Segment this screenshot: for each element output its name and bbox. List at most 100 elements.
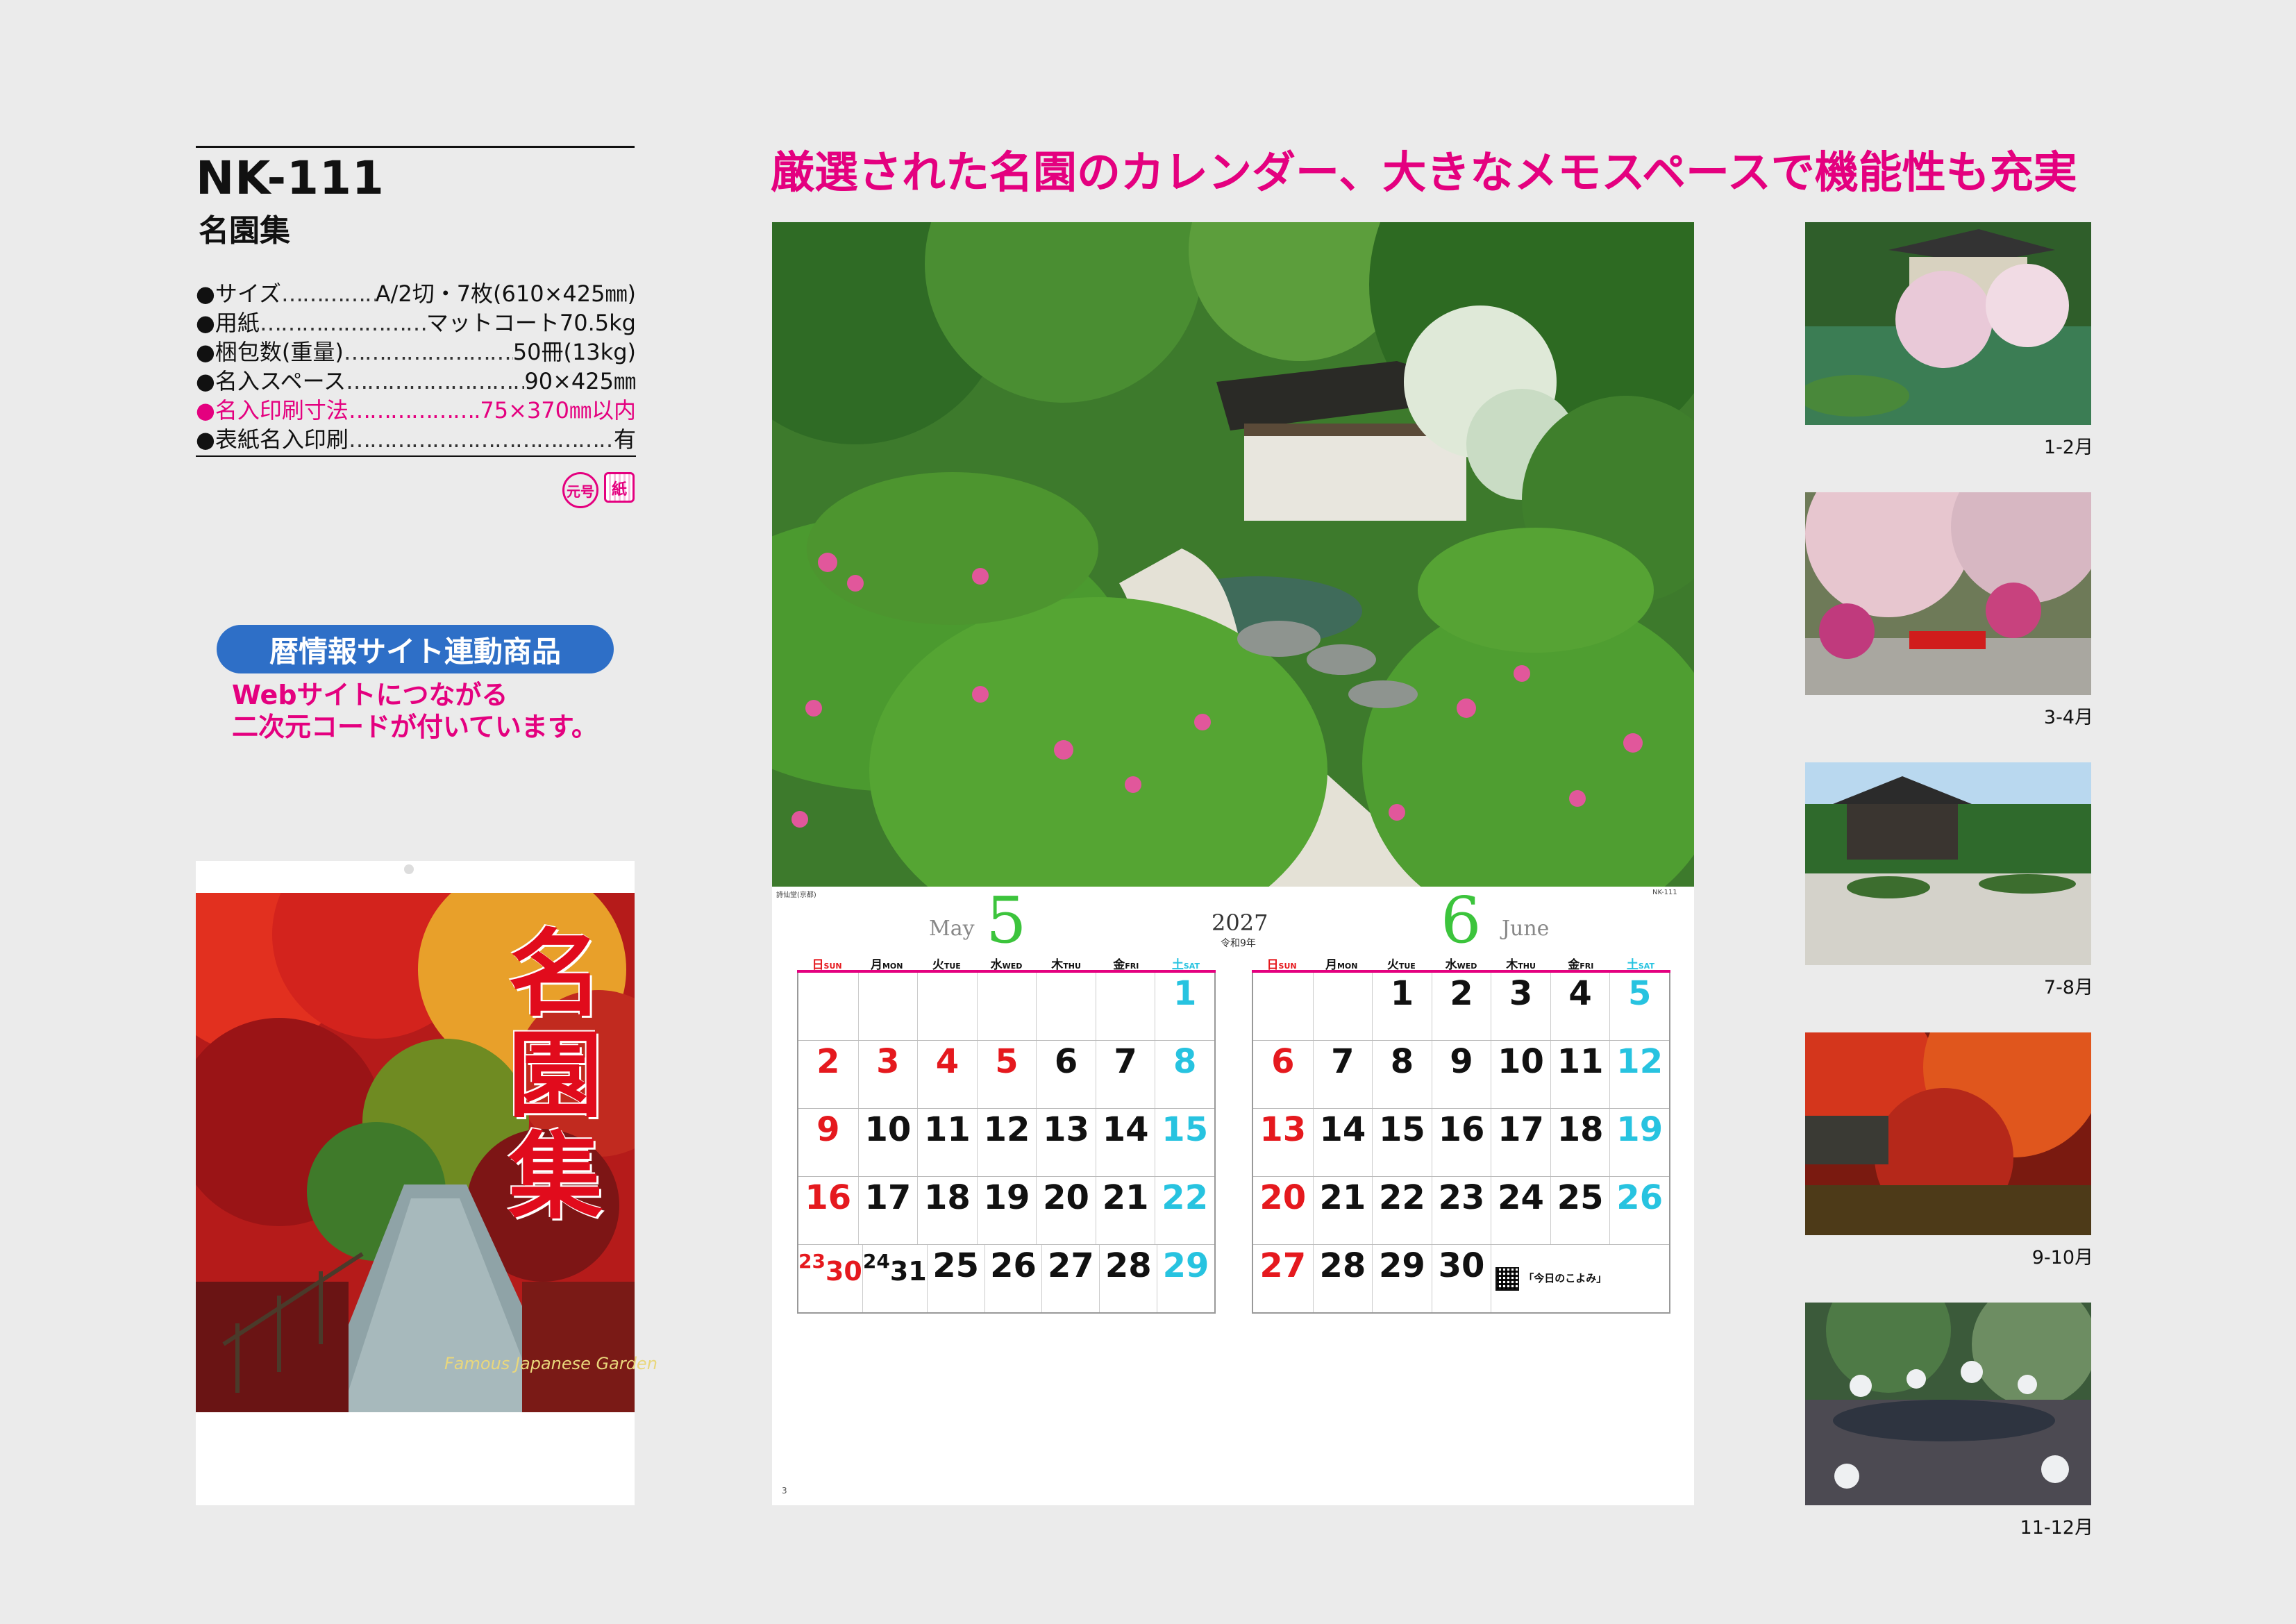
day-number: 12 (983, 1110, 1030, 1149)
thumb-label: 3-4月 (2043, 707, 2093, 728)
weekday-sun: 日SUN (812, 958, 842, 972)
calendar-day (1312, 973, 1373, 1040)
spec-paper: ●用紙 マットコート70.5kg (196, 308, 636, 337)
cherry-garden-image (1805, 492, 2091, 695)
weekday-tue: 火TUE (932, 958, 961, 972)
calendar-day: 14 (1312, 1109, 1373, 1176)
calendar-week: 20 21 22 23 24 25 26 (1253, 1176, 1669, 1244)
leader-dots (344, 337, 513, 367)
day-number: 10 (1498, 1042, 1544, 1081)
day-number: 19 (983, 1178, 1030, 1217)
maple-garden-image (1805, 1032, 2091, 1235)
promo-line-1: Webサイトにつながる (232, 680, 508, 710)
calendar-day: 19 (1609, 1109, 1669, 1176)
calendar-day: 5 (1609, 973, 1669, 1040)
weekday-mon: 月MON (1325, 958, 1358, 972)
calendar-day: 6 (1253, 1041, 1313, 1108)
day-number: 15 (1379, 1110, 1425, 1149)
calendar-day (1036, 973, 1096, 1040)
day-number: 30 (1438, 1246, 1485, 1285)
weekday-thu: 木THU (1051, 958, 1081, 972)
day-number: 26 (1616, 1178, 1664, 1217)
weekday-wed: 水WED (990, 958, 1023, 972)
calendar-day: 26 (1609, 1177, 1669, 1244)
calendar-day: 23 30 (798, 1245, 862, 1312)
thumbnail-mar-apr (1805, 492, 2091, 695)
spec-value: 90×425㎜ (524, 368, 636, 394)
calendar-day: 14 (1095, 1109, 1155, 1176)
day-number: 5 (1628, 974, 1652, 1013)
day-number: 16 (1438, 1110, 1485, 1149)
calendar-day: 20 (1253, 1177, 1313, 1244)
plum-garden-image (1805, 222, 2091, 425)
calendar-day: 26 (984, 1245, 1042, 1312)
calendar-day: 1 (1155, 973, 1214, 1040)
calendar-day: 11 (917, 1109, 977, 1176)
calendar-day: 5 (976, 1041, 1037, 1108)
day-number: 10 (864, 1110, 912, 1149)
calendar-era: 令和9年 (1221, 938, 1256, 949)
calendar-day: 19 (976, 1177, 1037, 1244)
calendar-day: 23 (1431, 1177, 1491, 1244)
calendar-day: 8 (1155, 1041, 1214, 1108)
rock-garden-image (1805, 762, 2091, 965)
day-number: 16 (805, 1178, 852, 1217)
qr-code-block: 「今日のこよみ」 (1491, 1245, 1669, 1312)
june-number: 6 (1441, 883, 1482, 957)
calendar-day: 13 (1253, 1109, 1313, 1176)
calendar-photo (772, 222, 1694, 887)
cover-title: 名園集 (508, 919, 603, 1232)
thumbnail-jul-aug (1805, 762, 2091, 965)
spec-cover-print: ●表紙名入印刷 有 (196, 425, 636, 454)
qr-code-icon[interactable] (1495, 1266, 1520, 1291)
day-number: 24 (1498, 1178, 1544, 1217)
weekday-header: 日SUN 月MON 火TUE 水WED 木THU 金FRI 土SAT (797, 955, 1216, 973)
day-number: 24 31 (862, 1250, 927, 1287)
june-header: 6 June (1252, 883, 1670, 957)
may-grid: 日SUN 月MON 火TUE 水WED 木THU 金FRI 土SAT 12345… (797, 955, 1216, 1314)
snow-garden-image (1805, 1303, 2091, 1505)
calendar-day: 30 (1431, 1245, 1491, 1312)
calendar-day (1253, 973, 1313, 1040)
calendar-day: 10 (1491, 1041, 1550, 1108)
day-number: 21 (1102, 1178, 1149, 1217)
calendar-day: 22 (1372, 1177, 1432, 1244)
day-number: 25 (1557, 1178, 1604, 1217)
day-number: 9 (1450, 1042, 1473, 1081)
headline: 厳選された名園のカレンダー、大きなメモスペースで機能性も充実 (771, 147, 2077, 198)
calendar-day: 25 (926, 1245, 984, 1312)
calendar-day (917, 973, 977, 1040)
zen-garden-image (772, 222, 1694, 887)
day-number: 7 (1114, 1042, 1137, 1081)
day-number: 2 (816, 1042, 840, 1081)
day-number: 2 (1450, 974, 1473, 1013)
calendar-day: 12 (976, 1109, 1037, 1176)
spec-name-space: ●名入スペース 90×425㎜ (196, 367, 636, 396)
calendar-day: 3 (1491, 973, 1550, 1040)
calendar-day: 11 (1550, 1041, 1610, 1108)
era-badge-icon: 元号 (562, 472, 598, 508)
page-number: 3 (782, 1486, 787, 1496)
weekday-tue: 火TUE (1386, 958, 1416, 972)
cover-subtitle: Famous Japanese Garden (444, 1354, 657, 1373)
day-number: 7 (1331, 1042, 1355, 1081)
may-number: 5 (986, 883, 1027, 957)
calendar-week: 12345 (1253, 973, 1669, 1040)
calendar-day: 9 (798, 1109, 858, 1176)
thumb-label: 7-8月 (2043, 977, 2093, 998)
may-weeks: 1 2 3 4 5 6 7 8 9 10 11 12 13 14 15 16 17 18 19 20 21 22 23 30 2… (797, 973, 1216, 1314)
weekday-wed: 水WED (1445, 958, 1477, 972)
calendar-day (976, 973, 1037, 1040)
spec-label: ●表紙名入印刷 (196, 426, 349, 453)
calendar-day: 17 (1491, 1109, 1550, 1176)
spec-value: A/2切・7枚(610×425㎜) (375, 281, 636, 307)
day-number: 6 (1271, 1042, 1295, 1081)
badge-group: 元号 紙 (562, 472, 635, 508)
weekday-sat: 土SAT (1626, 958, 1654, 972)
spec-label: ●用紙 (196, 310, 260, 336)
hanger-hole (404, 864, 414, 874)
thumbnail-sep-oct (1805, 1032, 2091, 1235)
thumb-label: 1-2月 (2043, 437, 2093, 458)
day-number: 22 (1379, 1178, 1425, 1217)
weekday-fri: 金FRI (1113, 958, 1139, 972)
